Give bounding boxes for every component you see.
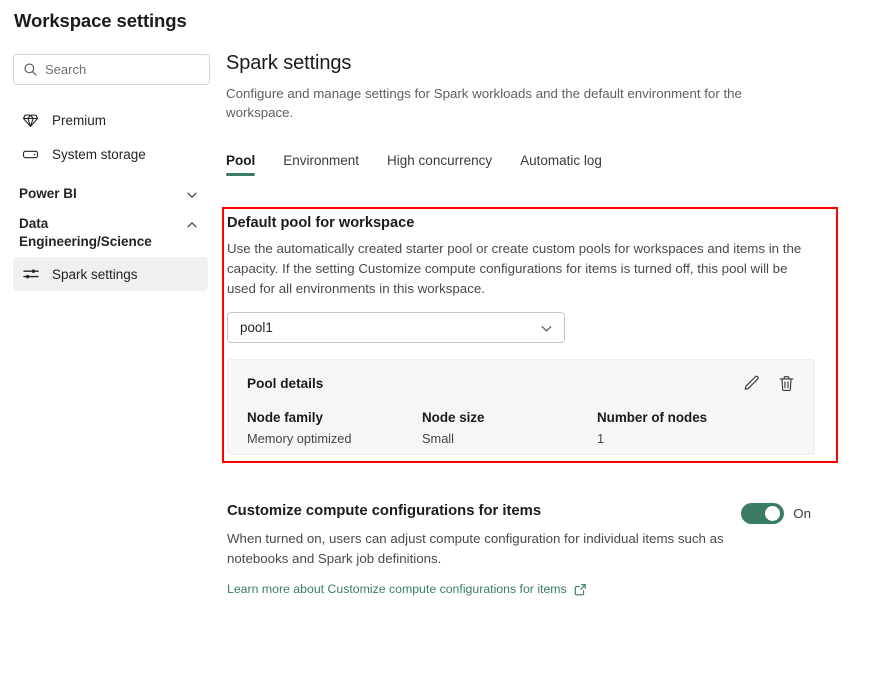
default-pool-dropdown[interactable]: pool1: [227, 312, 565, 343]
sidebar-item-label: Premium: [52, 113, 106, 128]
tab-automatic-log[interactable]: Automatic log: [520, 153, 602, 176]
sidebar-group-label: Data Engineering/Science: [19, 215, 159, 251]
sidebar-group-power-bi[interactable]: Power BI: [13, 179, 208, 209]
customize-title: Customize compute configurations for ite…: [227, 503, 827, 519]
customize-description: When turned on, users can adjust compute…: [227, 529, 737, 569]
section-subtitle: Configure and manage settings for Spark …: [226, 84, 781, 122]
column-value: Memory optimized: [247, 431, 422, 446]
chevron-down-icon: [185, 188, 199, 202]
column-value: 1: [597, 431, 772, 446]
tab-bar: Pool Environment High concurrency Automa…: [226, 146, 866, 176]
learn-more-link[interactable]: Learn more about Customize compute confi…: [227, 582, 587, 596]
chevron-down-icon: [539, 321, 553, 335]
pencil-icon[interactable]: [742, 374, 761, 393]
pool-details-grid: Node family Memory optimized Node size S…: [247, 410, 796, 446]
pool-detail-number-of-nodes: Number of nodes 1: [597, 410, 772, 446]
storage-icon: [22, 146, 42, 163]
search-box[interactable]: [13, 54, 210, 85]
toggle-knob: [765, 506, 780, 521]
sidebar-group-label: Power BI: [19, 185, 77, 203]
pool-details-title: Pool details: [247, 376, 323, 391]
toggle-state-label: On: [793, 506, 811, 521]
sidebar: Premium System storage Power BI: [0, 46, 222, 291]
main-content: Spark settings Configure and manage sett…: [226, 52, 866, 176]
sidebar-nav: Premium System storage Power BI: [0, 103, 222, 291]
pool-detail-node-family: Node family Memory optimized: [247, 410, 422, 446]
customize-compute-section: Customize compute configurations for ite…: [227, 503, 827, 598]
external-link-icon: [574, 583, 587, 596]
column-header: Number of nodes: [597, 410, 772, 425]
sidebar-group-data-engineering-science[interactable]: Data Engineering/Science: [13, 209, 208, 257]
search-input[interactable]: [45, 62, 195, 77]
pool-details-actions: [742, 374, 796, 393]
workspace-settings-page: Workspace settings Premium: [0, 0, 881, 674]
page-title: Workspace settings: [14, 10, 187, 32]
pool-details-header: Pool details: [247, 374, 796, 393]
default-pool-section: Default pool for workspace Use the autom…: [227, 215, 827, 455]
section-heading: Spark settings: [226, 52, 866, 75]
pool-detail-node-size: Node size Small: [422, 410, 597, 446]
tab-high-concurrency[interactable]: High concurrency: [387, 153, 492, 176]
search-icon: [23, 62, 38, 77]
sidebar-item-system-storage[interactable]: System storage: [13, 137, 208, 171]
customize-toggle[interactable]: [741, 503, 784, 524]
default-pool-title: Default pool for workspace: [227, 215, 827, 231]
default-pool-dropdown-value: pool1: [240, 320, 273, 335]
diamond-icon: [22, 112, 42, 129]
column-header: Node size: [422, 410, 597, 425]
column-value: Small: [422, 431, 597, 446]
trash-icon[interactable]: [777, 374, 796, 393]
default-pool-description: Use the automatically created starter po…: [227, 239, 804, 299]
customize-header: Customize compute configurations for ite…: [227, 503, 827, 519]
sidebar-item-spark-settings[interactable]: Spark settings: [13, 257, 208, 291]
pool-details-card: Pool details: [227, 359, 815, 455]
tab-environment[interactable]: Environment: [283, 153, 359, 176]
column-header: Node family: [247, 410, 422, 425]
sidebar-item-premium[interactable]: Premium: [13, 103, 208, 137]
sidebar-item-label: System storage: [52, 147, 146, 162]
chevron-up-icon: [185, 218, 199, 232]
learn-more-label: Learn more about Customize compute confi…: [227, 582, 567, 596]
tab-pool[interactable]: Pool: [226, 153, 255, 176]
sliders-icon: [22, 265, 42, 283]
customize-toggle-group: On: [741, 503, 811, 524]
sidebar-item-label: Spark settings: [52, 267, 138, 282]
